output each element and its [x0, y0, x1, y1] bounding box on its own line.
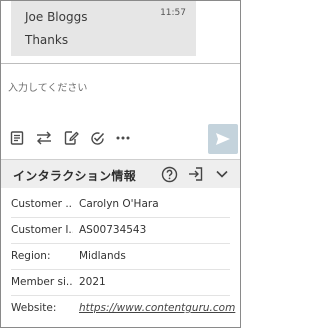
check-circle-icon[interactable]: [88, 129, 106, 147]
chat-transcript: Joe Bloggs 11:57 Thanks: [1, 1, 240, 63]
send-button[interactable]: [208, 124, 238, 154]
info-row: Member si... 2021: [1, 270, 240, 294]
info-label: Region:: [11, 250, 51, 262]
info-value: AS00734543: [79, 224, 147, 236]
info-label: Member si...: [11, 276, 73, 288]
transfer-icon[interactable]: [35, 129, 53, 147]
website-link[interactable]: https://www.contentguru.com: [79, 302, 235, 314]
more-icon[interactable]: [114, 129, 132, 147]
info-row: Customer ... Carolyn O'Hara: [1, 192, 240, 216]
info-value: Midlands: [79, 250, 126, 262]
document-icon[interactable]: [8, 129, 26, 147]
message-bubble: Joe Bloggs 11:57 Thanks: [11, 1, 196, 56]
export-icon[interactable]: [186, 165, 204, 183]
interaction-info-header: インタラクション情報: [1, 160, 240, 188]
message-sender: Joe Bloggs: [25, 10, 88, 24]
help-icon[interactable]: [160, 165, 178, 183]
edit-note-icon[interactable]: [62, 129, 80, 147]
chevron-down-icon[interactable]: [213, 165, 231, 183]
panel-title: インタラクション情報: [13, 169, 137, 183]
interaction-info-list: Customer ... Carolyn O'Hara Customer I..…: [1, 188, 240, 327]
composer-toolbar: [1, 121, 240, 157]
message-time: 11:57: [160, 8, 186, 18]
info-value: Carolyn O'Hara: [79, 198, 159, 210]
info-label: Customer I...: [11, 224, 73, 236]
info-row: Customer I... AS00734543: [1, 218, 240, 242]
info-label: Customer ...: [11, 198, 73, 210]
info-row: Website: https://www.contentguru.com: [1, 296, 240, 320]
info-label: Website:: [11, 302, 57, 314]
info-value: 2021: [79, 276, 106, 288]
send-icon: [216, 133, 230, 145]
agent-chat-window: Joe Bloggs 11:57 Thanks 入力してください インタラクショ…: [0, 0, 241, 328]
message-input[interactable]: [1, 64, 240, 120]
message-text: Thanks: [25, 33, 69, 47]
info-row: Region: Midlands: [1, 244, 240, 268]
